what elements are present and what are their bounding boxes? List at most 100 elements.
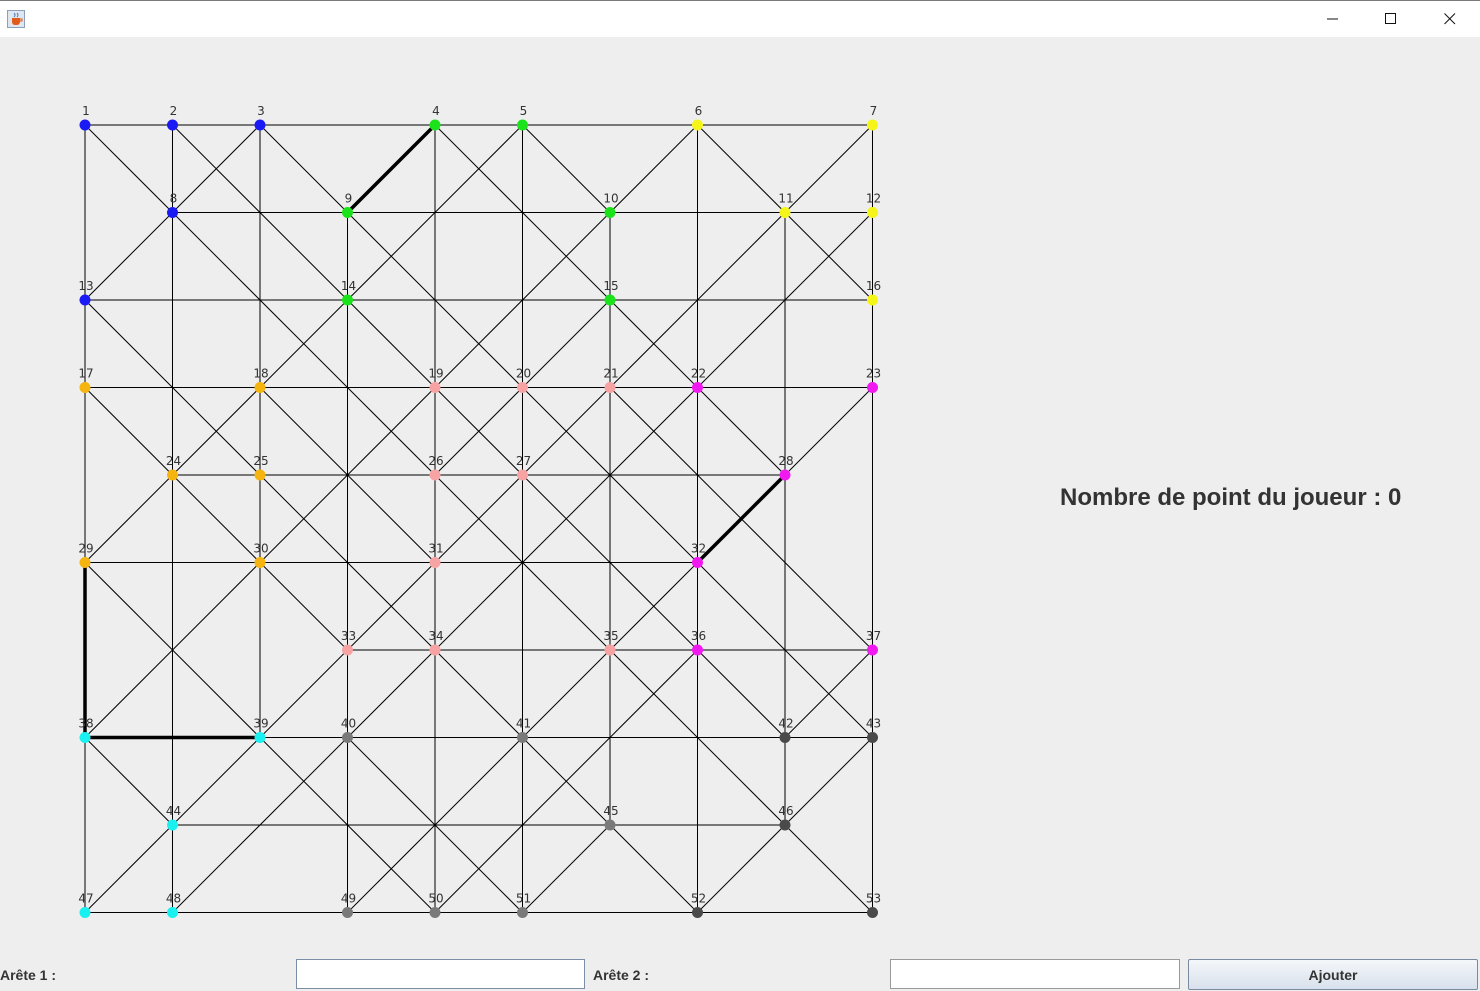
node-32	[692, 557, 703, 568]
node-24	[167, 469, 178, 481]
selected-edge-4-9	[346, 123, 437, 214]
node-5	[517, 119, 528, 131]
maximize-button[interactable]	[1362, 1, 1420, 38]
node-4	[429, 119, 441, 131]
node-31	[429, 557, 441, 568]
minimize-button[interactable]	[1304, 1, 1362, 38]
node-21	[604, 382, 616, 393]
node-45	[604, 819, 616, 831]
node-label-44: 44	[166, 804, 181, 818]
node-label-12: 12	[866, 192, 881, 206]
node-53	[867, 907, 878, 918]
node-label-18: 18	[253, 367, 268, 381]
node-8	[167, 207, 178, 218]
edge-17-24	[84, 387, 173, 476]
node-label-28: 28	[778, 454, 793, 468]
close-icon	[1444, 13, 1456, 25]
node-37	[867, 644, 878, 656]
edge-3-9	[259, 124, 348, 213]
node-label-36: 36	[691, 629, 706, 643]
node-label-33: 33	[341, 629, 356, 643]
edge-46-53	[784, 824, 873, 913]
arete1-label: Arête 1 :	[0, 967, 57, 983]
node-6	[692, 119, 703, 131]
edge-24-30	[172, 474, 261, 563]
node-17	[79, 382, 91, 393]
node-7	[867, 119, 878, 131]
edge-35-41	[522, 649, 611, 738]
node-label-31: 31	[428, 542, 443, 556]
node-51	[517, 907, 528, 918]
edge-34-40	[347, 649, 436, 738]
node-label-53: 53	[866, 892, 881, 906]
node-label-25: 25	[253, 454, 268, 468]
edge-46-52	[697, 824, 786, 913]
edge-36-42	[697, 649, 786, 738]
edge-39-44	[172, 737, 261, 826]
edge-1-8	[84, 124, 173, 213]
arete1-input[interactable]	[296, 959, 585, 989]
node-39	[254, 732, 266, 743]
node-label-5: 5	[520, 104, 528, 118]
game-board-graph[interactable]: 1 2 3 4 5 6 78 9 10 11 1213 14 15 1617 18 19 20 21 22 2324 2…	[0, 37, 960, 947]
node-23	[867, 382, 878, 393]
node-22	[692, 382, 703, 393]
graph-nodes: 1 2 3 4 5 6 78 9 10 11 1213 14 15 1617 18 19 20 21 22 2324 2…	[78, 104, 881, 918]
node-28	[779, 469, 791, 481]
node-label-17: 17	[78, 367, 93, 381]
node-label-27: 27	[516, 454, 531, 468]
title-bar	[0, 0, 1480, 37]
node-42	[779, 732, 791, 743]
node-15	[604, 294, 616, 306]
arete2-input[interactable]	[890, 959, 1180, 989]
arete2-label: Arête 2 :	[593, 967, 650, 983]
node-9	[342, 207, 353, 218]
node-label-49: 49	[341, 892, 356, 906]
node-13	[79, 294, 91, 306]
node-label-9: 9	[345, 192, 353, 206]
edge-5-10	[522, 124, 611, 213]
edge-24-29	[84, 474, 173, 563]
edge-30-33	[259, 562, 348, 651]
edge-15-20	[522, 299, 611, 388]
edge-45-51	[522, 824, 611, 913]
node-label-23: 23	[866, 367, 881, 381]
node-29	[79, 557, 91, 568]
node-label-32: 32	[691, 542, 706, 556]
node-label-47: 47	[78, 892, 93, 906]
node-38	[79, 732, 91, 743]
java-coffee-cup-icon	[7, 10, 25, 28]
node-20	[517, 382, 528, 393]
node-label-50: 50	[428, 892, 443, 906]
node-30	[254, 557, 266, 568]
node-label-51: 51	[516, 892, 531, 906]
node-48	[167, 907, 178, 918]
node-label-30: 30	[253, 542, 268, 556]
node-label-1: 1	[82, 104, 90, 118]
node-label-42: 42	[778, 717, 793, 731]
edge-33-39	[259, 649, 348, 738]
minimize-icon	[1327, 18, 1338, 20]
node-label-35: 35	[603, 629, 618, 643]
node-11	[779, 207, 791, 218]
node-34	[429, 644, 441, 656]
node-36	[692, 644, 703, 656]
node-18	[254, 382, 266, 393]
node-44	[167, 819, 178, 831]
node-2	[167, 119, 178, 131]
add-button[interactable]: Ajouter	[1188, 959, 1478, 990]
node-25	[254, 469, 266, 481]
node-40	[342, 732, 353, 743]
node-label-46: 46	[778, 804, 793, 818]
edge-6-10	[609, 124, 698, 213]
edge-43-46	[784, 737, 873, 826]
node-label-21: 21	[603, 367, 618, 381]
node-52	[692, 907, 703, 918]
node-label-13: 13	[78, 279, 93, 293]
close-button[interactable]	[1421, 1, 1479, 38]
node-label-8: 8	[170, 192, 178, 206]
graph-edges	[84, 124, 873, 913]
node-26	[429, 469, 441, 481]
node-label-2: 2	[170, 104, 178, 118]
edge-34-41	[434, 649, 523, 738]
